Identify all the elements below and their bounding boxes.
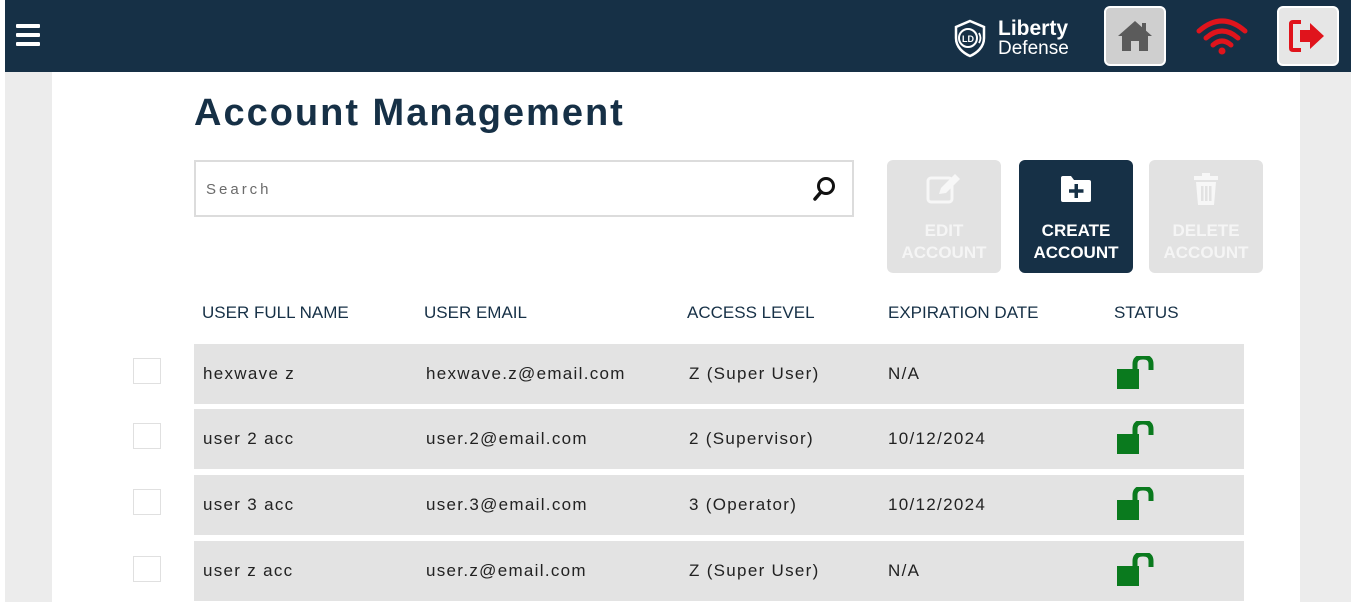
row-checkbox[interactable]: [133, 556, 161, 582]
column-header-access-level[interactable]: ACCESS LEVEL: [687, 303, 815, 323]
wifi-icon: [1196, 18, 1248, 55]
unlocked-icon: [1117, 487, 1154, 520]
delete-account-label-line2: ACCOUNT: [1163, 243, 1249, 262]
logout-button[interactable]: [1277, 6, 1339, 66]
brand-logo: LD Liberty Defense: [950, 16, 1069, 60]
column-header-expiration-date[interactable]: EXPIRATION DATE: [888, 303, 1039, 323]
cell-expiration: N/A: [888, 364, 921, 383]
create-account-button[interactable]: CREATE ACCOUNT: [1019, 160, 1133, 273]
brand-name-line1: Liberty: [998, 17, 1069, 40]
column-header-name[interactable]: USER FULL NAME: [202, 303, 349, 323]
left-gutter: [5, 72, 52, 602]
brand-name-line2: Defense: [998, 38, 1069, 59]
cell-name: hexwave z: [203, 364, 296, 383]
search-icon[interactable]: [812, 176, 838, 202]
unlocked-icon: [1117, 356, 1154, 389]
folder-plus-icon: [1061, 176, 1091, 202]
liberty-defense-logo-icon: LD: [954, 19, 986, 58]
table-row[interactable]: user 2 acc user.2@email.com 2 (Superviso…: [194, 409, 1244, 469]
home-icon: [1118, 21, 1152, 51]
create-account-label-line1: CREATE: [1041, 221, 1111, 240]
row-checkbox[interactable]: [133, 423, 161, 449]
edit-account-label-line1: EDIT: [924, 221, 964, 240]
edit-account-label-line2: ACCOUNT: [901, 243, 987, 262]
search-input[interactable]: [206, 176, 796, 202]
cell-access-level: 3 (Operator): [689, 495, 798, 514]
search-box: [194, 160, 854, 217]
home-button[interactable]: [1104, 6, 1166, 66]
trash-icon: [1194, 173, 1218, 205]
cell-name: user 2 acc: [203, 429, 295, 448]
cell-expiration: N/A: [888, 561, 921, 580]
unlocked-icon: [1117, 421, 1154, 454]
column-header-email[interactable]: USER EMAIL: [424, 303, 527, 323]
menu-button[interactable]: [10, 20, 44, 50]
edit-account-button[interactable]: EDIT ACCOUNT: [887, 160, 1001, 273]
column-header-status[interactable]: STATUS: [1114, 303, 1179, 323]
cell-email: hexwave.z@email.com: [426, 364, 626, 383]
menu-icon: [16, 24, 40, 28]
logout-icon: [1289, 20, 1324, 52]
cell-access-level: 2 (Supervisor): [689, 429, 814, 448]
top-bar: LD Liberty Defense: [5, 0, 1351, 72]
create-account-label-line2: ACCOUNT: [1033, 243, 1119, 262]
row-checkbox[interactable]: [133, 358, 161, 384]
cell-expiration: 10/12/2024: [888, 495, 987, 514]
edit-icon: [926, 174, 960, 204]
cell-email: user.3@email.com: [426, 495, 588, 514]
svg-text:LD: LD: [962, 34, 974, 44]
cell-name: user 3 acc: [203, 495, 295, 514]
cell-access-level: Z (Super User): [689, 364, 820, 383]
table-row[interactable]: hexwave z hexwave.z@email.com Z (Super U…: [194, 344, 1244, 404]
cell-email: user.2@email.com: [426, 429, 588, 448]
cell-email: user.z@email.com: [426, 561, 587, 580]
cell-access-level: Z (Super User): [689, 561, 820, 580]
delete-account-label-line1: DELETE: [1172, 221, 1240, 240]
page-title: Account Management: [194, 92, 625, 134]
table-row[interactable]: user z acc user.z@email.com Z (Super Use…: [194, 541, 1244, 601]
table-row[interactable]: user 3 acc user.3@email.com 3 (Operator)…: [194, 475, 1244, 535]
right-gutter: [1300, 72, 1351, 602]
row-checkbox[interactable]: [133, 489, 161, 515]
cell-expiration: 10/12/2024: [888, 429, 987, 448]
brand-name: Liberty Defense: [998, 18, 1069, 58]
unlocked-icon: [1117, 553, 1154, 586]
delete-account-button[interactable]: DELETE ACCOUNT: [1149, 160, 1263, 273]
cell-name: user z acc: [203, 561, 294, 580]
